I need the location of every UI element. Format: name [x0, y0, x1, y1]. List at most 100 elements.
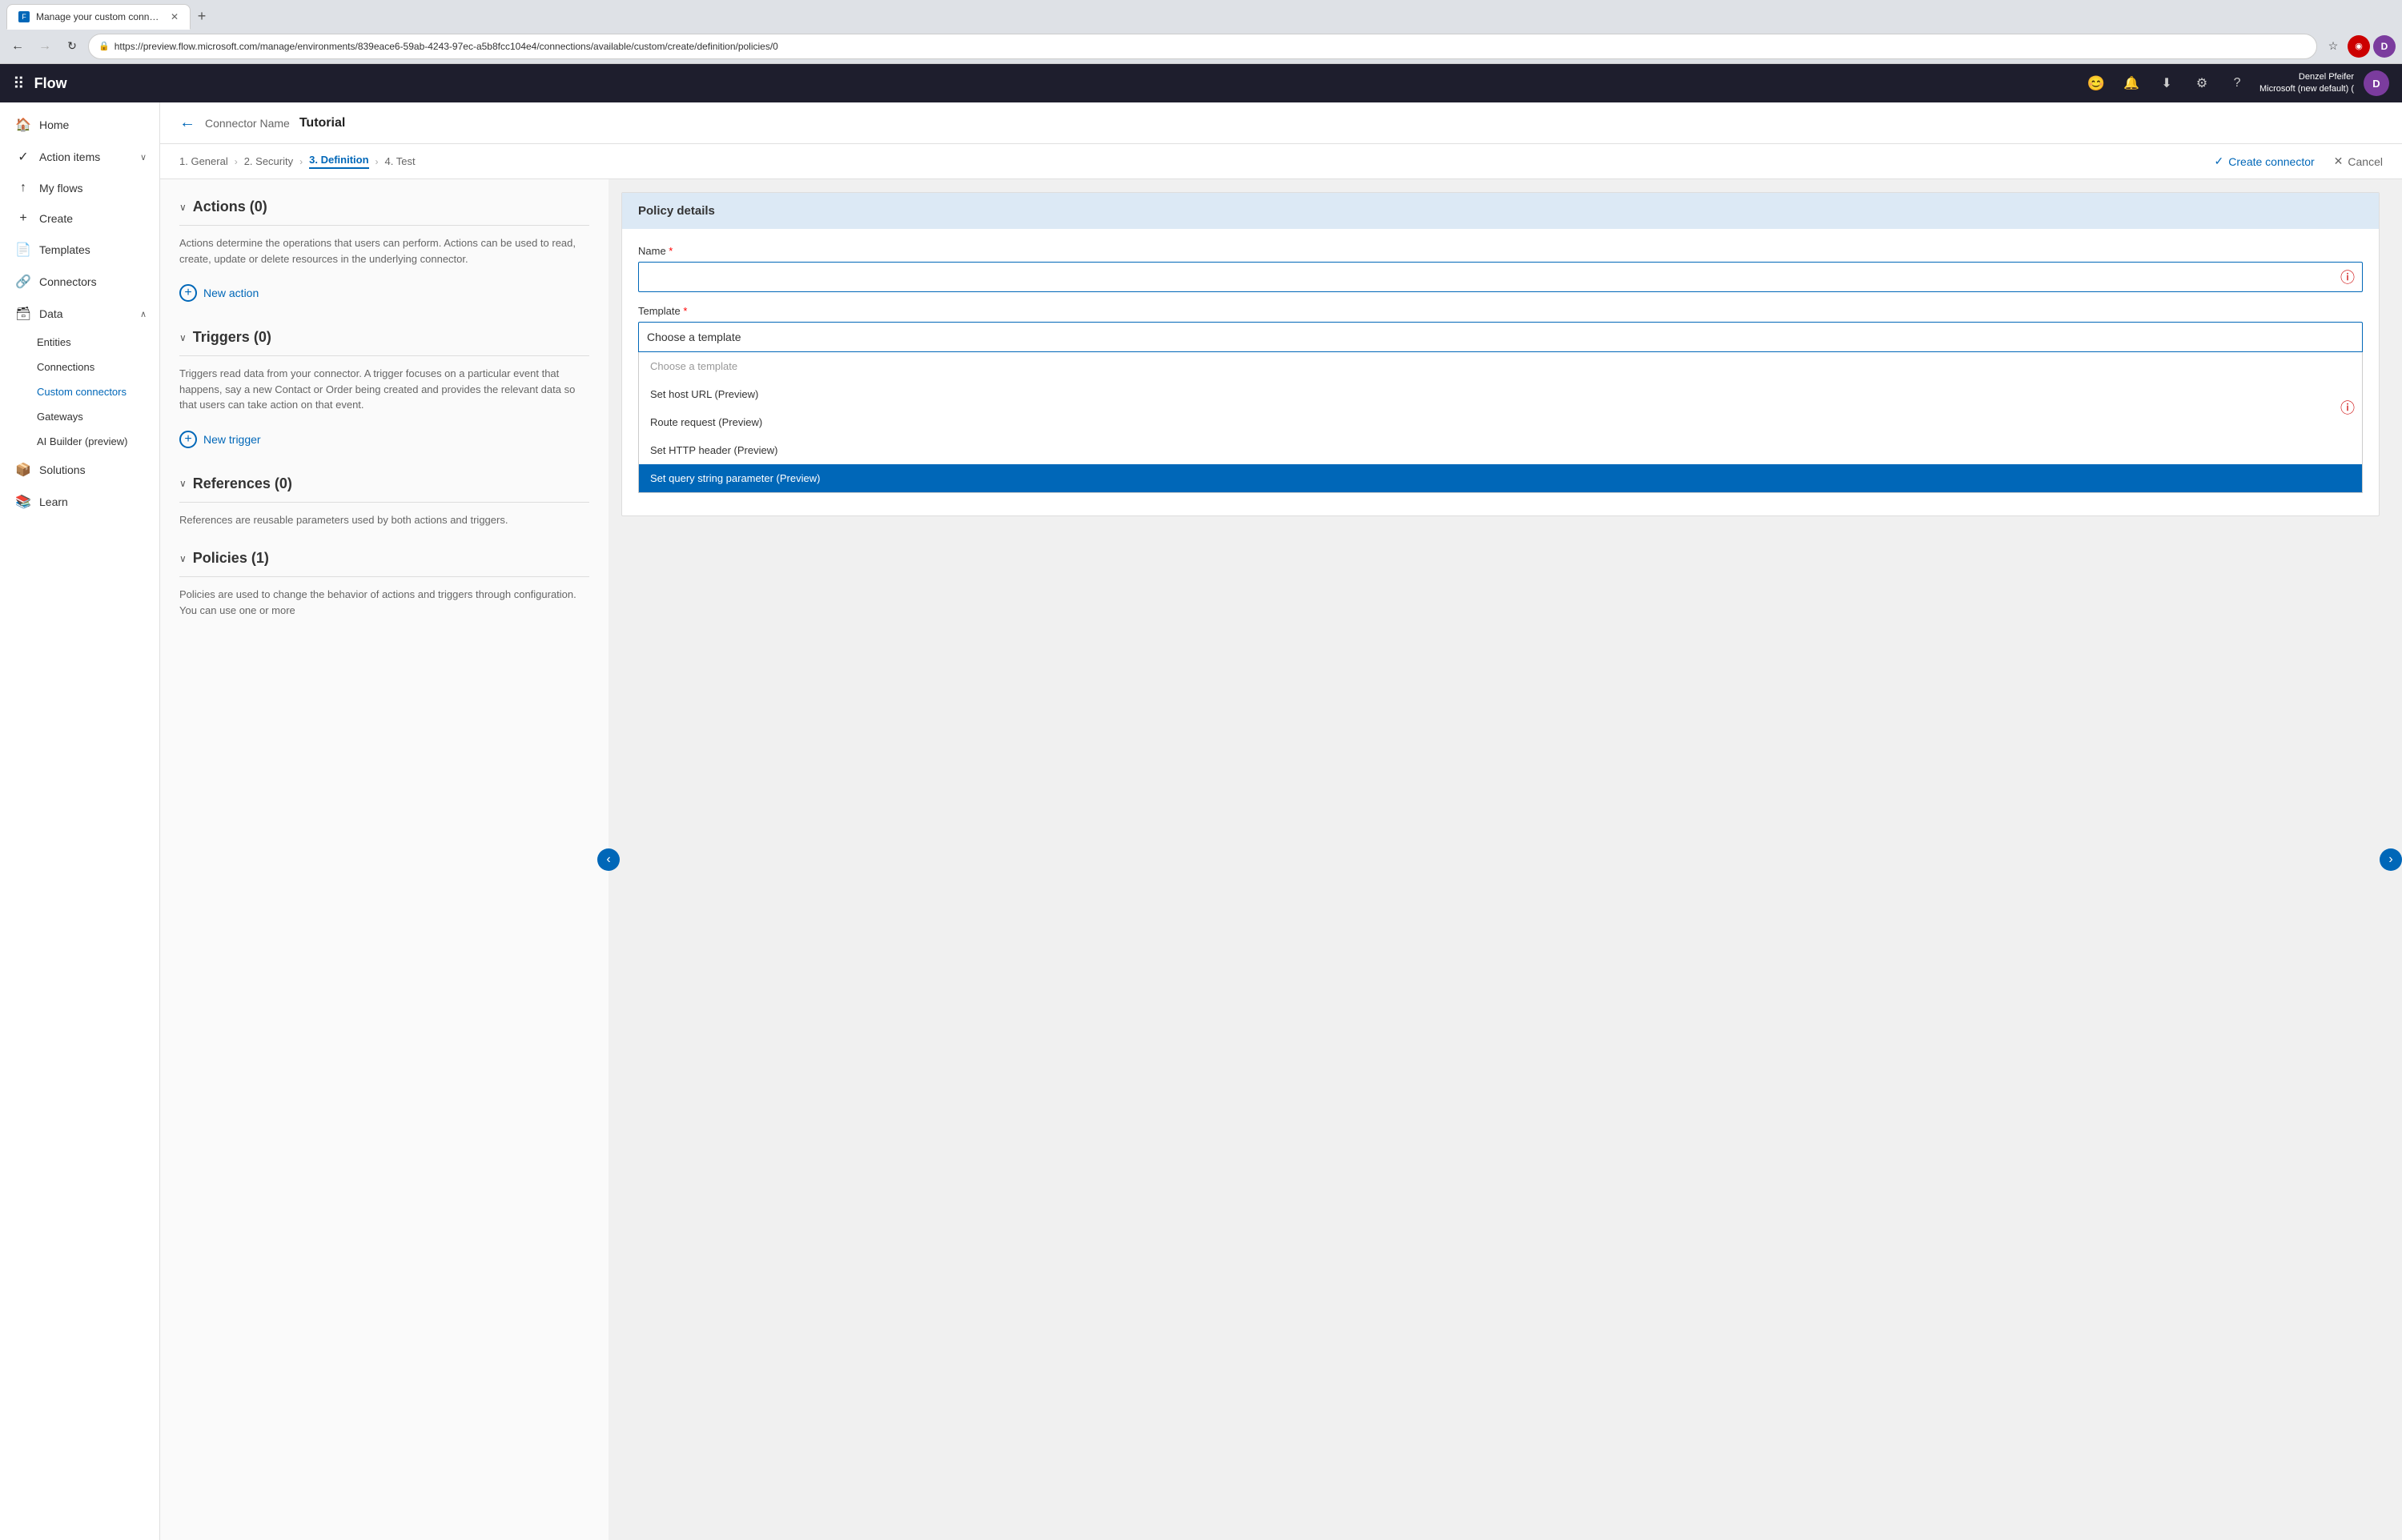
templates-icon: 📄	[15, 242, 31, 258]
sidebar-sub-entities[interactable]: Entities	[0, 330, 159, 355]
back-button[interactable]: ←	[6, 35, 29, 58]
template-field-label: Template *	[638, 305, 2363, 317]
new-tab-button[interactable]: +	[191, 5, 213, 27]
user-profile-icon[interactable]: D	[2373, 35, 2396, 58]
content-area: ∨ Actions (0) Actions determine the oper…	[160, 179, 2402, 1540]
connector-breadcrumb: Connector Name	[205, 117, 290, 130]
step-test[interactable]: 4. Test	[385, 155, 416, 167]
template-field-group: Template * Choose a template ⓘ Choose a …	[638, 305, 2363, 493]
download-icon[interactable]: ⬇	[2154, 70, 2179, 96]
references-section: ∨ References (0) References are reusable…	[179, 475, 589, 528]
sidebar-item-templates[interactable]: 📄 Templates	[0, 234, 159, 266]
template-select-display[interactable]: Choose a template ⓘ	[638, 322, 2363, 352]
actions-section-title: Actions (0)	[193, 199, 267, 215]
step-test-label: 4. Test	[385, 155, 416, 167]
sidebar-label-action-items: Action items	[39, 150, 132, 163]
cancel-icon: ✕	[2334, 154, 2344, 168]
name-required-indicator: *	[666, 245, 673, 257]
new-trigger-button[interactable]: + New trigger	[179, 426, 261, 453]
step-chevron-3: ›	[376, 156, 379, 167]
actions-chevron-icon: ∨	[179, 202, 187, 213]
step-chevron-2: ›	[299, 156, 303, 167]
dropdown-option-placeholder[interactable]: Choose a template	[639, 352, 2362, 380]
left-nav-arrow[interactable]: ‹	[597, 848, 620, 871]
template-selected-text: Choose a template	[647, 331, 741, 343]
triggers-section-desc: Triggers read data from your connector. …	[179, 366, 589, 413]
name-error-icon: ⓘ	[2340, 267, 2355, 287]
address-bar[interactable]: 🔒 https://preview.flow.microsoft.com/man…	[88, 34, 2317, 59]
waffle-menu-icon[interactable]: ⠿	[13, 74, 25, 94]
settings-icon[interactable]: ⚙	[2189, 70, 2215, 96]
help-icon[interactable]: ?	[2224, 70, 2250, 96]
action-items-chevron-icon: ∨	[140, 152, 147, 162]
step-general[interactable]: 1. General	[179, 155, 228, 167]
sidebar-sub-gateways[interactable]: Gateways	[0, 404, 159, 429]
sidebar-item-create[interactable]: + Create	[0, 203, 159, 234]
connector-back-button[interactable]: ←	[179, 114, 195, 132]
new-action-button[interactable]: + New action	[179, 279, 259, 307]
sidebar-item-data[interactable]: 🗃 Data ∧	[0, 298, 159, 330]
profile-extension-icon[interactable]: ◉	[2348, 35, 2370, 58]
emoji-icon[interactable]: 😊	[2083, 70, 2109, 96]
sidebar-label-templates: Templates	[39, 243, 90, 256]
sidebar-label-learn: Learn	[39, 495, 68, 508]
sidebar-label-my-flows: My flows	[39, 182, 82, 195]
dropdown-option-http-header[interactable]: Set HTTP header (Preview)	[639, 436, 2362, 464]
notification-icon[interactable]: 🔔	[2119, 70, 2144, 96]
user-name: Denzel Pfeifer	[2259, 71, 2354, 83]
app-topbar: ⠿ Flow 😊 🔔 ⬇ ⚙ ? Denzel Pfeifer Microsof…	[0, 64, 2402, 102]
sidebar-sub-ai-builder[interactable]: AI Builder (preview)	[0, 429, 159, 454]
browser-toolbar-icons: ☆ ◉ D	[2322, 35, 2396, 58]
tab-close-icon[interactable]: ✕	[171, 11, 179, 22]
step-security[interactable]: 2. Security	[244, 155, 293, 167]
sidebar-label-create: Create	[39, 212, 73, 225]
address-bar-row: ← → ↻ 🔒 https://preview.flow.microsoft.c…	[0, 29, 2402, 64]
policies-chevron-icon: ∨	[179, 553, 187, 564]
dropdown-option-host-url[interactable]: Set host URL (Preview)	[639, 380, 2362, 408]
home-icon: 🏠	[15, 117, 31, 133]
actions-section-header: ∨ Actions (0)	[179, 199, 589, 226]
references-section-title: References (0)	[193, 475, 292, 492]
right-nav-arrow[interactable]: ›	[2380, 848, 2402, 871]
sidebar-item-action-items[interactable]: ✓ Action items ∨	[0, 141, 159, 173]
sidebar-sub-connections[interactable]: Connections	[0, 355, 159, 379]
wizard-steps-bar: 1. General › 2. Security › 3. Definition…	[160, 144, 2402, 179]
create-connector-label: Create connector	[2228, 155, 2314, 168]
solutions-icon: 📦	[15, 462, 31, 478]
sidebar-item-connectors[interactable]: 🔗 Connectors	[0, 266, 159, 298]
step-security-label: 2. Security	[244, 155, 293, 167]
actions-section: ∨ Actions (0) Actions determine the oper…	[179, 199, 589, 307]
user-info: Denzel Pfeifer Microsoft (new default) (	[2259, 71, 2354, 96]
my-flows-icon: ↑	[15, 181, 31, 195]
browser-tab[interactable]: F Manage your custom connectors ✕	[6, 4, 191, 30]
name-input[interactable]	[638, 262, 2363, 292]
create-connector-button[interactable]: ✓ Create connector	[2215, 154, 2315, 168]
triggers-section: ∨ Triggers (0) Triggers read data from y…	[179, 329, 589, 453]
sidebar-sub-custom-connectors[interactable]: Custom connectors	[0, 379, 159, 404]
main-content: ← Connector Name Tutorial 1. General › 2…	[160, 102, 2402, 1540]
template-error-icon: ⓘ	[2340, 397, 2355, 418]
sidebar-item-solutions[interactable]: 📦 Solutions	[0, 454, 159, 486]
forward-button[interactable]: →	[34, 35, 56, 58]
references-section-desc: References are reusable parameters used …	[179, 512, 589, 528]
dropdown-option-route-request[interactable]: Route request (Preview)	[639, 408, 2362, 436]
sidebar-item-home[interactable]: 🏠 Home	[0, 109, 159, 141]
create-icon: +	[15, 211, 31, 226]
tab-favicon: F	[18, 11, 30, 22]
favorites-icon[interactable]: ☆	[2322, 35, 2344, 58]
dropdown-option-query-string[interactable]: Set query string parameter (Preview)	[639, 464, 2362, 492]
lock-icon: 🔒	[98, 41, 110, 51]
learn-icon: 📚	[15, 494, 31, 510]
sidebar-item-my-flows[interactable]: ↑ My flows	[0, 173, 159, 203]
name-field-label: Name *	[638, 245, 2363, 257]
triggers-section-title: Triggers (0)	[193, 329, 271, 346]
template-dropdown: Choose a template Set host URL (Preview)…	[638, 352, 2363, 493]
left-panel: ∨ Actions (0) Actions determine the oper…	[160, 179, 609, 1540]
refresh-button[interactable]: ↻	[61, 35, 83, 58]
step-definition[interactable]: 3. Definition	[309, 154, 368, 169]
user-avatar[interactable]: D	[2364, 70, 2389, 96]
template-select-wrapper: Choose a template ⓘ Choose a template Se…	[638, 322, 2363, 493]
cancel-button[interactable]: ✕ Cancel	[2334, 154, 2383, 168]
sidebar-item-learn[interactable]: 📚 Learn	[0, 486, 159, 518]
references-section-header: ∨ References (0)	[179, 475, 589, 503]
